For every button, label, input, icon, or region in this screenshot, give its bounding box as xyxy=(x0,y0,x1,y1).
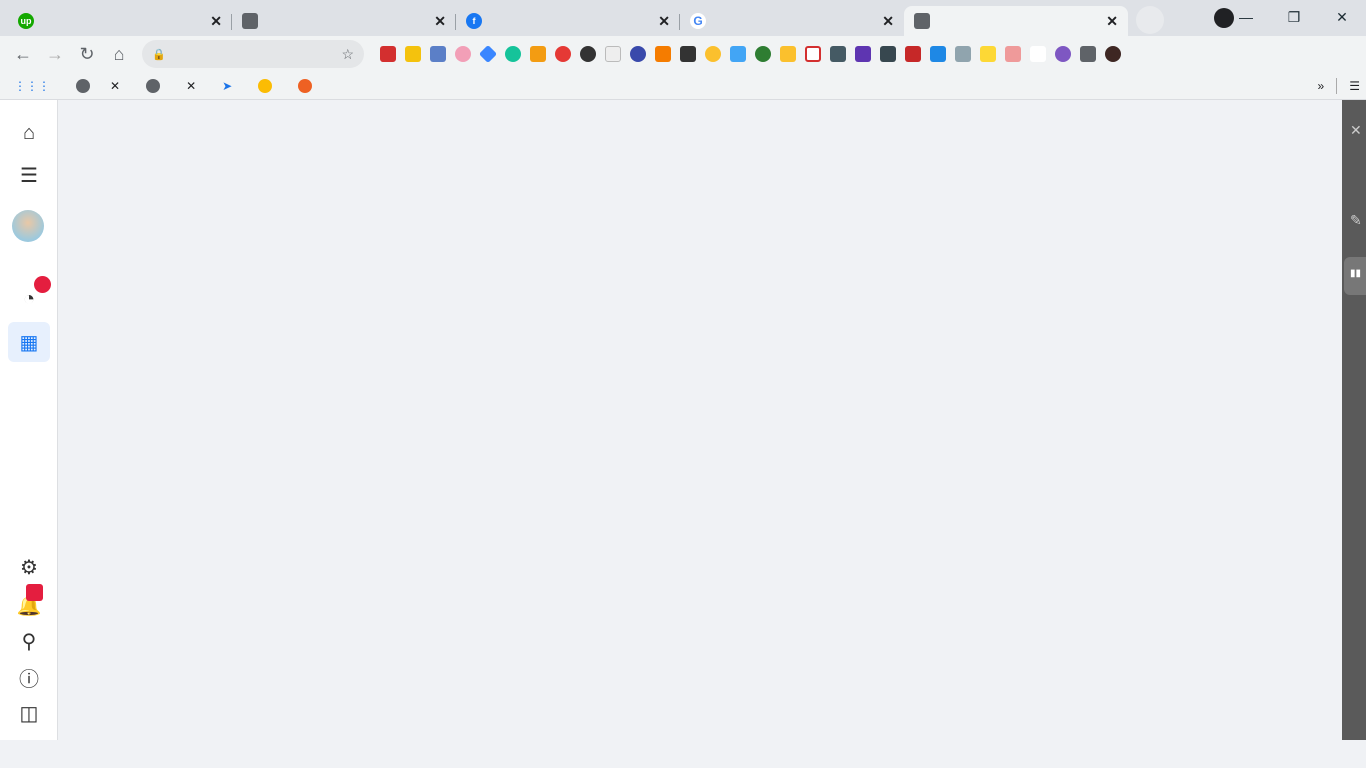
extension-icon[interactable] xyxy=(830,46,846,62)
avatar[interactable] xyxy=(12,210,44,242)
bookmark-item[interactable]: ✕ xyxy=(186,79,202,93)
extension-icon[interactable] xyxy=(705,46,721,62)
facebook-icon: f xyxy=(466,13,482,29)
extension-icon[interactable] xyxy=(555,46,571,62)
bookmark-icon: ✕ xyxy=(110,78,121,93)
bitly-icon xyxy=(298,78,313,93)
address-bar[interactable]: 🔒 ☆ xyxy=(142,40,364,68)
close-tab-icon[interactable]: ✕ xyxy=(434,13,446,30)
browser-tab[interactable]: G ✕ xyxy=(680,6,904,36)
extension-icon[interactable] xyxy=(880,46,896,62)
extensions-puzzle-icon[interactable] xyxy=(1080,46,1096,62)
close-tab-icon[interactable]: ✕ xyxy=(882,13,894,30)
new-tab-button[interactable] xyxy=(1136,6,1164,34)
bookmark-item[interactable] xyxy=(146,78,166,93)
bookmark-item[interactable]: ➤ xyxy=(222,79,238,93)
extension-icon[interactable] xyxy=(755,46,771,62)
ads-manager-icon xyxy=(242,13,258,29)
bookmarks-bar: ⋮⋮⋮ ✕ ✕ ➤ » ☰ xyxy=(0,72,1366,100)
browser-tab[interactable]: up ✕ xyxy=(8,6,232,36)
side-panel: ✕ ▮▮ ✎ xyxy=(1342,100,1366,740)
globe-icon xyxy=(76,78,90,93)
search-icon[interactable]: ⚲ xyxy=(14,626,44,656)
warning-icon[interactable] xyxy=(805,46,821,62)
close-tab-icon[interactable]: ✕ xyxy=(658,13,670,30)
extension-icon[interactable] xyxy=(530,46,546,62)
redirect-icon[interactable] xyxy=(655,46,671,62)
user-avatar-icon[interactable] xyxy=(1105,46,1121,62)
extension-icon[interactable] xyxy=(605,46,621,62)
forward-icon[interactable]: → xyxy=(42,44,68,65)
bar-chart-icon[interactable]: ▮▮ xyxy=(1350,268,1361,279)
extension-icon[interactable] xyxy=(630,46,646,62)
apps-grid-icon: ⋮⋮⋮ xyxy=(14,78,50,93)
extension-icon[interactable] xyxy=(955,46,971,62)
panel-toggle-icon[interactable]: ◫ xyxy=(14,698,44,728)
extension-icon[interactable] xyxy=(478,44,498,64)
extension-icon[interactable] xyxy=(405,46,421,62)
reading-list-icon: ☰ xyxy=(1349,78,1360,93)
close-tab-icon[interactable]: ✕ xyxy=(210,13,222,30)
extension-icon[interactable] xyxy=(1030,46,1046,62)
home-icon[interactable]: ⌂ xyxy=(14,118,44,148)
extension-icon[interactable] xyxy=(380,46,396,62)
ads-manager-icon xyxy=(914,13,930,29)
notifications-badge xyxy=(34,276,51,293)
reading-list-button[interactable]: ☰ xyxy=(1349,79,1366,93)
window-controls: — ❐ ✕ xyxy=(1222,0,1366,34)
extension-icon[interactable] xyxy=(430,46,446,62)
extension-icon[interactable] xyxy=(580,46,596,62)
extension-icon[interactable] xyxy=(980,46,996,62)
ads-table-icon[interactable]: ▦ xyxy=(8,322,50,362)
reload-icon[interactable]: ↻ xyxy=(74,44,100,65)
extension-icon[interactable] xyxy=(930,46,946,62)
edit-pencil-icon[interactable]: ✎ xyxy=(1350,212,1362,229)
browser-tab-active[interactable]: ✕ xyxy=(904,6,1128,36)
bookmark-item[interactable] xyxy=(258,78,278,93)
settings-gear-icon[interactable]: ⚙ xyxy=(14,552,44,582)
extension-icon[interactable] xyxy=(1005,46,1021,62)
home-icon[interactable]: ⌂ xyxy=(106,44,132,65)
google-icon: G xyxy=(690,13,706,29)
campaign-url-icon xyxy=(258,78,273,93)
extensions-bar xyxy=(380,44,1121,64)
bookmark-item[interactable] xyxy=(298,78,318,93)
extension-icon[interactable] xyxy=(1055,46,1071,62)
restore-icon[interactable]: ❐ xyxy=(1270,9,1318,26)
grammarly-icon[interactable] xyxy=(505,46,521,62)
extension-icon[interactable] xyxy=(730,46,746,62)
menu-icon[interactable]: ☰ xyxy=(14,160,44,190)
alerts-badge xyxy=(26,584,43,601)
close-window-icon[interactable]: ✕ xyxy=(1318,9,1366,26)
close-panel-icon[interactable]: ✕ xyxy=(1350,122,1362,139)
bookmark-icon: ✕ xyxy=(186,78,197,93)
bookmark-star-icon[interactable]: ☆ xyxy=(341,46,354,63)
browser-tab-bar: up ✕ ✕ f ✕ G ✕ ✕ — ❐ ✕ xyxy=(0,0,1366,36)
help-icon[interactable]: ⓘ xyxy=(14,662,44,692)
extension-icon[interactable] xyxy=(680,46,696,62)
extension-icon[interactable] xyxy=(855,46,871,62)
bookmark-item[interactable] xyxy=(76,78,90,93)
bell-icon[interactable]: 🔔 xyxy=(14,584,44,620)
left-nav: ⌂ ☰ ◔ ▦ ⚙ 🔔 ⚲ ⓘ ◫ xyxy=(0,100,58,740)
minimize-icon[interactable]: — xyxy=(1222,9,1270,25)
bookmark-icon: ➤ xyxy=(222,78,233,93)
browser-tab[interactable]: f ✕ xyxy=(456,6,680,36)
more-bookmarks-icon[interactable]: » xyxy=(1318,79,1325,93)
bookmark-item[interactable]: ✕ xyxy=(110,79,126,93)
extension-icon[interactable] xyxy=(455,46,471,62)
speedometer-icon[interactable]: ◔ xyxy=(14,276,51,314)
lock-icon: 🔒 xyxy=(152,48,166,61)
extension-icon[interactable] xyxy=(780,46,796,62)
upwork-icon: up xyxy=(18,13,34,29)
back-icon[interactable]: ← xyxy=(10,44,36,65)
bookmark-apps[interactable]: ⋮⋮⋮ xyxy=(14,79,56,93)
seo-icon[interactable] xyxy=(905,46,921,62)
browser-toolbar: ← → ↻ ⌂ 🔒 ☆ xyxy=(0,36,1366,72)
browser-tab[interactable]: ✕ xyxy=(232,6,456,36)
close-tab-icon[interactable]: ✕ xyxy=(1106,13,1118,30)
globe-icon xyxy=(146,78,161,93)
